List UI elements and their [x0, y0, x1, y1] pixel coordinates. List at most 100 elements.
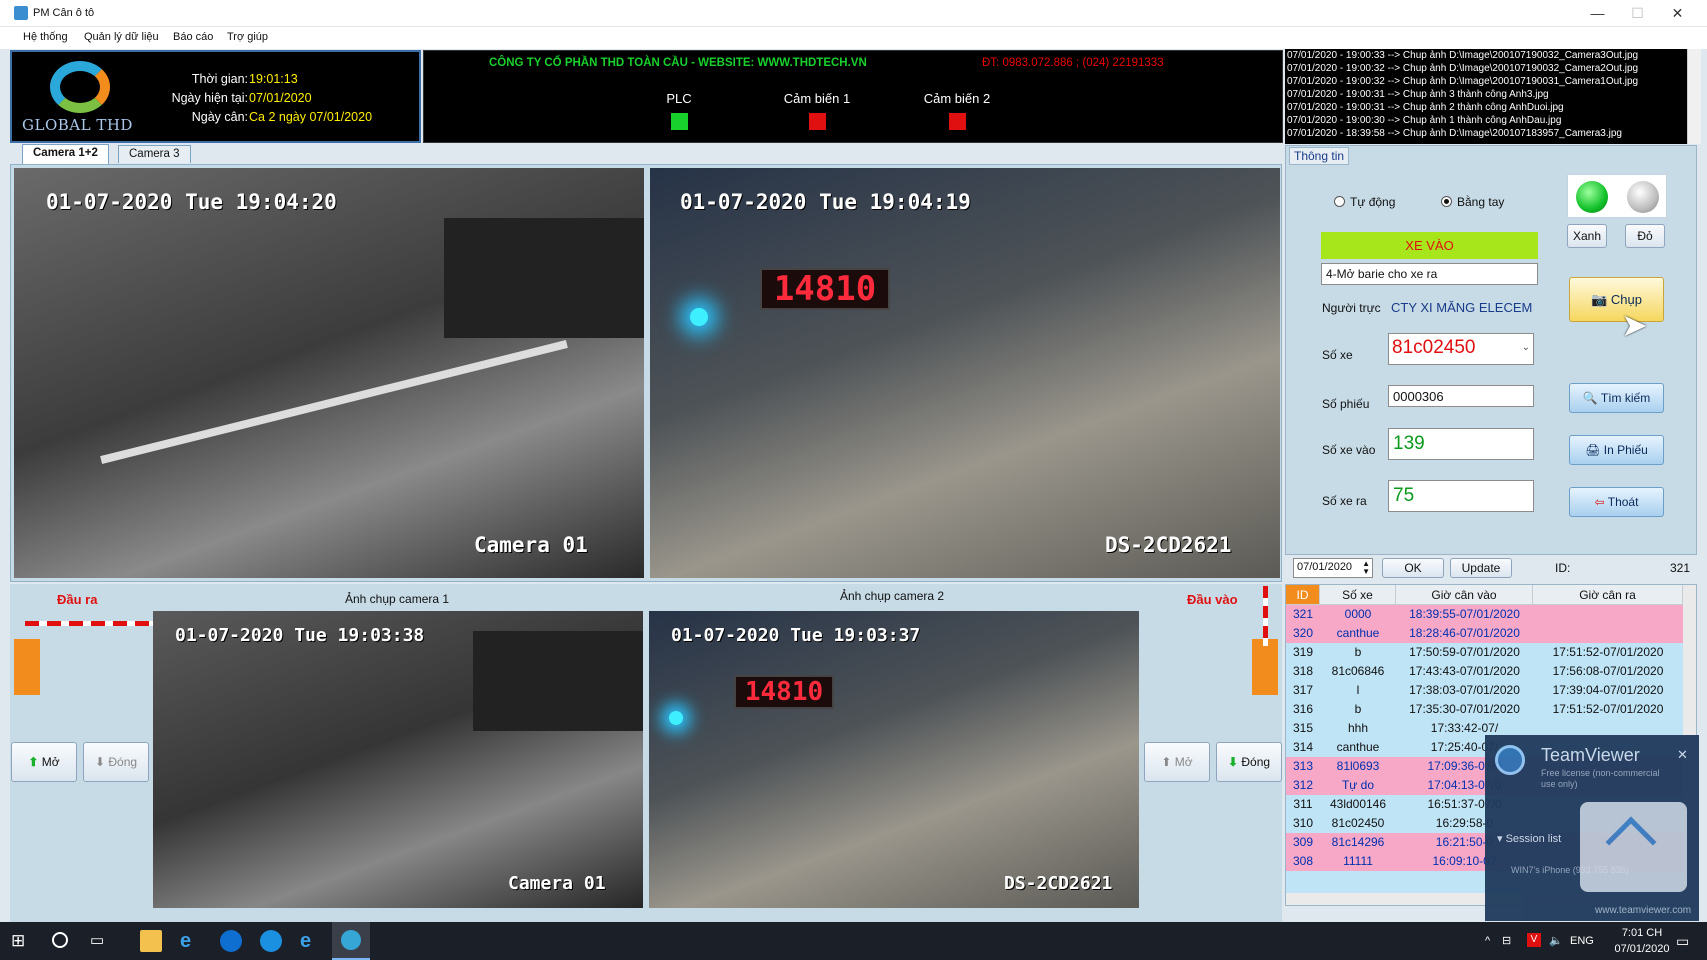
table-row[interactable]: 316 b 17:35:30-07/01/2020 17:51:52-07/01/20…: [1286, 700, 1683, 719]
edge-icon[interactable]: e: [300, 930, 322, 952]
menu-quan-ly-du-lieu[interactable]: Quản lý dữ liệu: [84, 31, 159, 43]
camera-label: Camera 01: [508, 873, 606, 894]
event-log[interactable]: 07/01/2020 - 19:00:33 --> Chup ảnh D:\Im…: [1285, 49, 1687, 144]
maximize-button[interactable]: ☐: [1615, 0, 1660, 27]
menu-tro-giup[interactable]: Trợ giúp: [227, 31, 268, 43]
table-cell-id: 314: [1292, 740, 1314, 754]
close-button[interactable]: ✕: [1655, 0, 1700, 27]
app-icon[interactable]: [260, 930, 282, 952]
button-label: Mở: [1174, 755, 1193, 769]
teamviewer-icon[interactable]: [220, 930, 242, 952]
green-light-button[interactable]: Xanh: [1567, 224, 1607, 248]
spin-icon[interactable]: ▲ ▼: [1362, 560, 1370, 576]
task-view-icon[interactable]: ▭: [90, 930, 112, 952]
capture-button[interactable]: 📷 Chụp: [1569, 277, 1664, 322]
table-cell-in: 17:50:59-07/01/2020: [1409, 645, 1520, 659]
snapshot1-title: Ảnh chụp camera 1: [345, 592, 450, 606]
vehicles-out-field[interactable]: 75: [1388, 480, 1534, 512]
update-button[interactable]: Update: [1450, 558, 1512, 578]
table-row[interactable]: 318 81c06846 17:43:43-07/01/2020 17:56:08-0…: [1286, 662, 1683, 681]
column-header-plate[interactable]: Số xe: [1320, 585, 1396, 605]
camera-label: DS-2CD2621: [1004, 873, 1113, 894]
internet-explorer-icon[interactable]: e: [180, 930, 202, 952]
tab-camera-3[interactable]: Camera 3: [118, 145, 191, 163]
session-list-label[interactable]: ▾ Session list: [1497, 832, 1561, 845]
table-cell-in: 17:35:30-07/01/2020: [1409, 702, 1520, 716]
ok-button[interactable]: OK: [1382, 558, 1444, 578]
search-icon: 🔍: [1582, 391, 1598, 405]
table-cell-in: 18:28:46-07/01/2020: [1409, 626, 1520, 640]
arrow-up-icon: ⬆: [28, 755, 39, 769]
phone-banner: ĐT: 0983.072.886 ; (024) 22191333: [982, 57, 1164, 69]
manual-mode-label[interactable]: Bằng tay: [1457, 195, 1504, 209]
column-header-id[interactable]: ID: [1286, 585, 1320, 605]
entry-gate-label: Đầu vào: [1187, 592, 1238, 607]
table-cell-id: 319: [1292, 645, 1314, 659]
red-light-button[interactable]: Đỏ: [1625, 224, 1665, 248]
gate-message-field[interactable]: 4-Mở barie cho xe ra: [1321, 263, 1538, 285]
table-cell-plate: 0000: [1344, 607, 1372, 621]
print-ticket-button[interactable]: 🖨 In Phiếu: [1569, 435, 1664, 465]
exit-barrier-post: [14, 639, 40, 695]
notification-icon[interactable]: ▭: [1676, 933, 1689, 950]
snapshot-camera-1[interactable]: 01-07-2020 Tue 19:03:38 Camera 01: [153, 611, 643, 908]
tray-chevron-icon[interactable]: ^: [1485, 935, 1490, 947]
plate-combobox[interactable]: 81c02450 ⌄: [1388, 333, 1534, 365]
vehicles-in-field[interactable]: 139: [1388, 428, 1534, 460]
live-camera-1[interactable]: 01-07-2020 Tue 19:04:20 Camera 01: [14, 168, 644, 578]
weighing-app-taskbar-button[interactable]: [332, 922, 370, 960]
antivirus-icon[interactable]: V: [1527, 933, 1541, 947]
date-value: 07/01/2020: [249, 91, 312, 105]
menu-he-thong[interactable]: Hệ thống: [23, 31, 68, 43]
live-camera-2[interactable]: 14810 01-07-2020 Tue 19:04:19 DS-2CD2621: [650, 168, 1280, 578]
vehicle-status-banner: XE VÀO: [1321, 232, 1538, 259]
table-cell-plate: Tự do: [1341, 778, 1375, 792]
entry-close-button[interactable]: ⬇ Đóng: [1216, 742, 1282, 782]
operator-label: Người trực: [1322, 301, 1381, 315]
exit-close-button[interactable]: ⬇ Đóng: [83, 742, 149, 782]
search-button[interactable]: 🔍 Tìm kiếm: [1569, 383, 1664, 413]
table-cell-plate: 81l0693: [1336, 759, 1380, 773]
camera-label: Camera 01: [474, 533, 588, 557]
menu-bar: Hệ thống Quản lý dữ liệu Báo cáo Trợ giú…: [0, 27, 1707, 49]
column-header-time-out[interactable]: Giờ cân ra: [1533, 585, 1683, 605]
scroll-up-overlay[interactable]: [1580, 802, 1687, 892]
menu-bao-cao[interactable]: Báo cáo: [173, 31, 213, 43]
column-header-time-in[interactable]: Giờ cân vào: [1396, 585, 1533, 605]
date-filter-field[interactable]: 07/01/2020 ▲ ▼: [1293, 558, 1373, 578]
log-scrollbar[interactable]: [1687, 49, 1701, 144]
ticket-field[interactable]: 0000306: [1388, 385, 1534, 407]
snapshot-camera-2[interactable]: 14810 01-07-2020 Tue 19:03:37 DS-2CD2621: [649, 611, 1139, 908]
network-icon[interactable]: ⊟: [1502, 934, 1511, 947]
minimize-button[interactable]: —: [1575, 0, 1620, 27]
close-icon[interactable]: ✕: [1677, 747, 1688, 763]
taskbar: ⊞ ▭ e e ^ ⊟ V 🔈 ENG 7:01 CH 07/01/2020 ▭: [0, 922, 1707, 960]
app-icon: [14, 6, 28, 20]
exit-open-button[interactable]: ⬆ Mở: [11, 742, 77, 782]
search-icon[interactable]: [52, 932, 68, 948]
windows-start-icon[interactable]: ⊞: [11, 930, 33, 952]
file-explorer-icon[interactable]: [140, 930, 162, 952]
tab-camera-1-2[interactable]: Camera 1+2: [22, 144, 109, 164]
auto-mode-radio[interactable]: [1334, 196, 1345, 207]
weighing-app-icon: [341, 930, 361, 950]
table-row[interactable]: 321 0000 18:39:55-07/01/2020: [1286, 605, 1683, 624]
chevron-down-icon[interactable]: ⌄: [1522, 342, 1530, 353]
manual-mode-radio[interactable]: [1441, 196, 1452, 207]
exit-button[interactable]: ⇦ Thoát: [1569, 487, 1664, 517]
auto-mode-label[interactable]: Tự động: [1350, 195, 1395, 209]
snapshot-area: Đầu ra Đầu vào Ảnh chụp camera 1 Ảnh chụ…: [10, 584, 1282, 922]
clock-date[interactable]: 07/01/2020: [1604, 943, 1680, 955]
clock-time[interactable]: 7:01 CH: [1612, 927, 1672, 939]
volume-icon[interactable]: 🔈: [1549, 934, 1563, 947]
table-row[interactable]: 319 b 17:50:59-07/01/2020 17:51:52-07/01/20…: [1286, 643, 1683, 662]
table-row[interactable]: 320 canthue 18:28:46-07/01/2020: [1286, 624, 1683, 643]
table-cell-id: 321: [1292, 607, 1314, 621]
table-row[interactable]: 317 l 17:38:03-07/01/2020 17:39:04-07/01/20…: [1286, 681, 1683, 700]
table-cell-plate: 81c06846: [1331, 664, 1385, 678]
entry-open-button[interactable]: ⬆ Mở: [1144, 742, 1210, 782]
teamviewer-link[interactable]: www.teamviewer.com: [1595, 905, 1691, 916]
date-filter-value: 07/01/2020: [1297, 561, 1353, 573]
language-indicator[interactable]: ENG: [1570, 935, 1594, 947]
camera-timestamp: 01-07-2020 Tue 19:04:20: [46, 190, 337, 214]
